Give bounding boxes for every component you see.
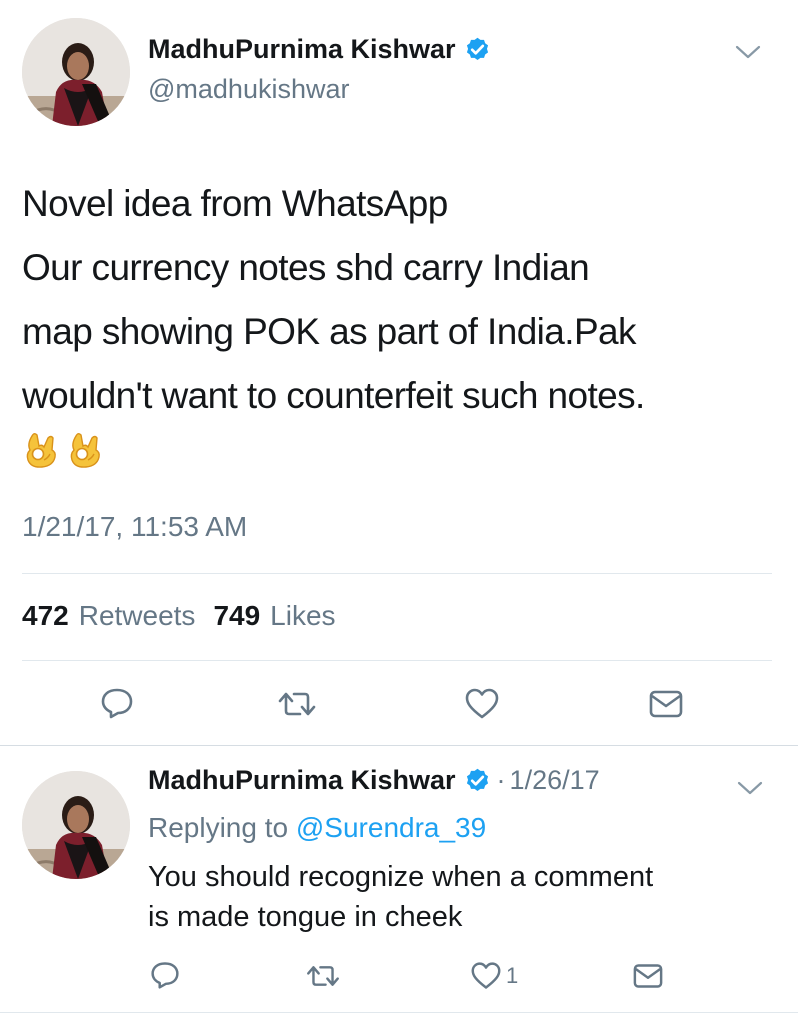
chevron-down-icon[interactable] — [735, 44, 761, 60]
tweet-text-line: Our currency notes shd carry Indian — [22, 247, 590, 288]
verified-badge-icon — [464, 767, 491, 794]
reply-icon — [151, 962, 179, 989]
reply-date[interactable]: 1/26/17 — [510, 765, 600, 796]
retweet-button[interactable] — [303, 963, 343, 989]
reply-button[interactable] — [150, 960, 180, 990]
avatar[interactable] — [22, 771, 130, 879]
divider — [22, 573, 772, 574]
separator-dot: · — [496, 765, 506, 795]
retweets-count: 472 — [22, 600, 69, 631]
like-count: 1 — [506, 963, 519, 988]
reply-text-line: is made tongue in cheek — [148, 901, 463, 933]
tweet-timestamp: 1/21/17, 11:53 AM — [22, 511, 248, 542]
tweet-stats: 472 Retweets 749 Likes — [22, 600, 344, 632]
envelope-icon — [633, 964, 663, 988]
avatar-photo — [22, 771, 130, 879]
reply-button[interactable] — [100, 686, 134, 720]
author-name[interactable]: MadhuPurnima Kishwar — [148, 765, 456, 796]
retweet-icon — [278, 692, 316, 716]
avatar[interactable] — [22, 18, 130, 126]
like-button[interactable] — [464, 687, 500, 721]
reply-text-line: You should recognize when a comment — [148, 861, 654, 893]
avatar-photo — [22, 18, 130, 126]
author-handle[interactable]: @madhukishwar — [148, 74, 350, 105]
likes-stat[interactable]: 749 Likes — [213, 600, 335, 632]
message-button[interactable] — [632, 962, 664, 990]
retweet-button[interactable] — [274, 689, 320, 719]
tweet-text-line: map showing POK as part of India.Pak — [22, 311, 637, 352]
envelope-icon — [649, 690, 683, 718]
emoji-row — [22, 430, 782, 470]
author-name-text: MadhuPurnima Kishwar — [148, 34, 456, 64]
retweets-label: Retweets — [78, 600, 196, 631]
divider — [22, 660, 772, 661]
tweet-text-line: wouldn't want to counterfeit such notes. — [22, 375, 645, 416]
replying-to-label: Replying to — [148, 812, 289, 843]
divider — [0, 745, 798, 746]
heart-icon — [465, 688, 499, 719]
replying-to: Replying to @Surendra_39 — [148, 812, 486, 844]
likes-label: Likes — [270, 600, 336, 631]
heart-icon — [471, 962, 501, 989]
message-button[interactable] — [648, 688, 684, 720]
like-button[interactable]: 1 — [470, 961, 518, 991]
ok-hand-emoji-icon — [70, 433, 100, 468]
likes-count: 749 — [213, 600, 261, 631]
tweet-text: Novel idea from WhatsApp Our currency no… — [22, 172, 782, 470]
divider — [0, 1012, 798, 1013]
verified-badge-icon — [464, 36, 491, 63]
tweet-text-line: Novel idea from WhatsApp — [22, 183, 448, 224]
chevron-down-icon[interactable] — [737, 780, 763, 796]
reply-icon — [101, 688, 133, 719]
retweet-icon — [307, 966, 339, 986]
retweets-stat[interactable]: 472 Retweets — [22, 600, 195, 632]
author-name[interactable]: MadhuPurnima Kishwar — [148, 34, 491, 65]
tweet-detail-screen: MadhuPurnima Kishwar @madhukishwar Novel… — [0, 0, 798, 1024]
reply-header: MadhuPurnima Kishwar · 1/26/17 — [148, 765, 600, 796]
ok-hand-emoji-icon — [26, 433, 56, 468]
mention-link[interactable]: @Surendra_39 — [296, 812, 486, 843]
reply-text: You should recognize when a comment is m… — [148, 857, 768, 937]
